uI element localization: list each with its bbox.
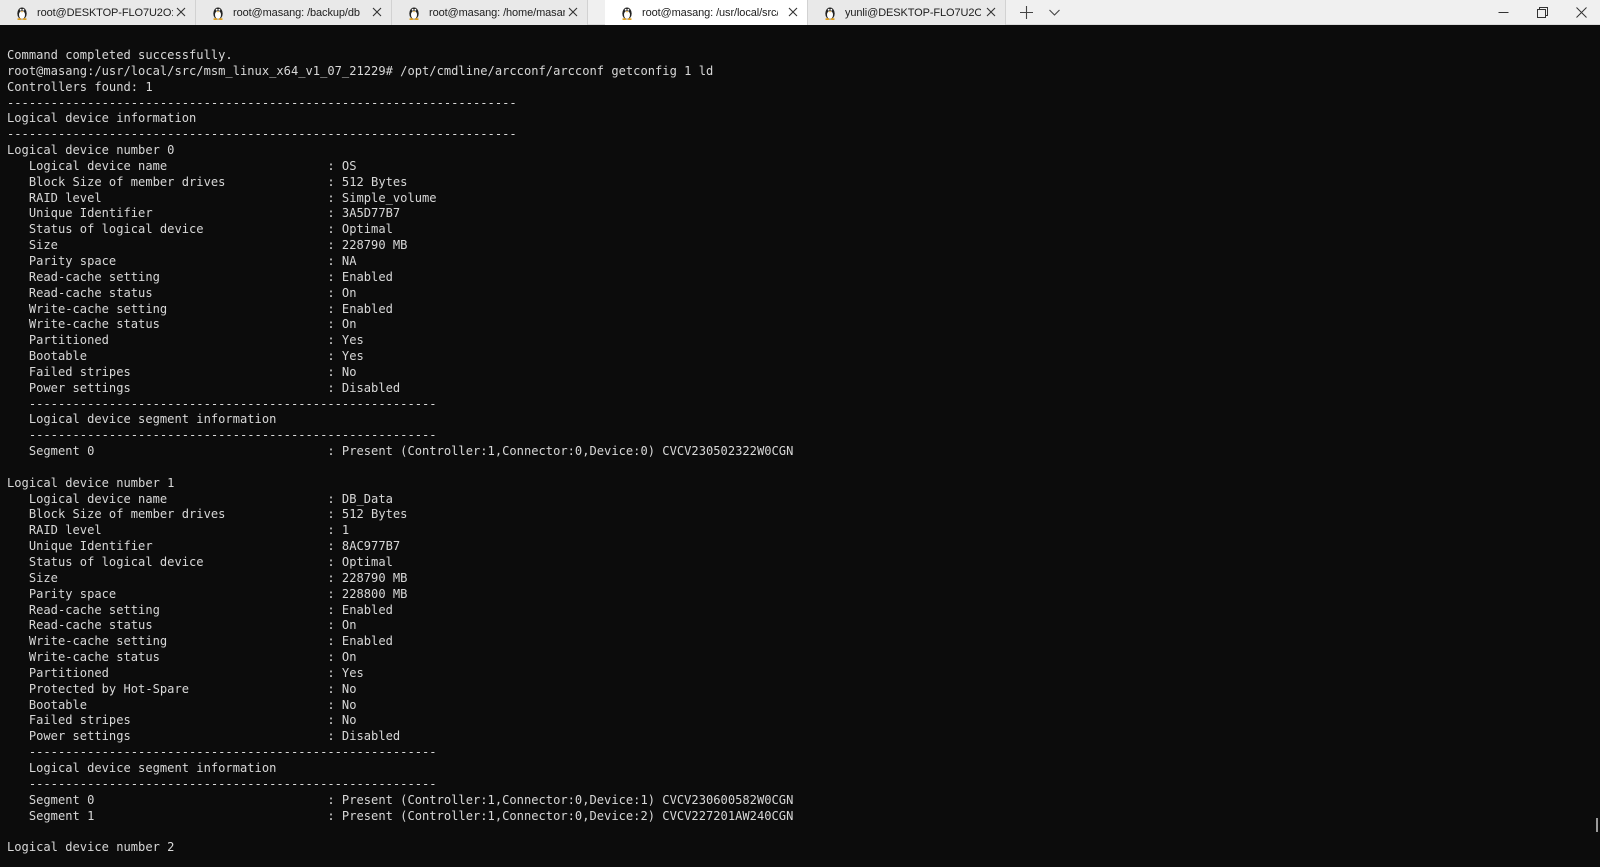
terminal-line: Segment 0 : Present (Controller:1,Connec…: [7, 792, 794, 807]
terminal-line: Controllers found: 1: [7, 79, 153, 94]
minimize-button[interactable]: [1484, 0, 1522, 25]
terminal-line: Logical device name : OS: [7, 158, 357, 173]
linux-tux-icon: [213, 7, 223, 20]
title-bar: root@DESKTOP-FLO7U2O: /mi root@masang: /…: [0, 0, 1600, 25]
tab-3[interactable]: root@masang: /home/masang: [392, 0, 588, 25]
terminal-line: Write-cache status : On: [7, 650, 357, 665]
tab-1[interactable]: root@DESKTOP-FLO7U2O: /mi: [0, 0, 196, 25]
close-icon[interactable]: [175, 6, 187, 18]
restore-icon: [1536, 7, 1548, 18]
terminal-line: Read-cache status : On: [7, 618, 357, 633]
terminal-line: Power settings : Disabled: [7, 729, 401, 744]
tab-2[interactable]: root@masang: /backup/db: [196, 0, 392, 25]
linux-tux-icon: [825, 7, 835, 20]
minimize-icon: [1498, 12, 1508, 13]
terminal-line: Read-cache status : On: [7, 285, 357, 300]
linux-tux-icon: [622, 7, 632, 20]
terminal-line: Logical device number 0: [7, 143, 175, 158]
terminal-line: Status of logical device : Optimal: [7, 555, 393, 569]
close-icon: [1575, 7, 1587, 18]
terminal-line: Command completed successfully.: [7, 48, 233, 62]
linux-tux-icon: [409, 7, 419, 20]
terminal-line: Read-cache setting : Enabled: [7, 269, 393, 284]
close-window-button[interactable]: [1562, 0, 1600, 25]
terminal-line: Bootable : No: [7, 697, 357, 712]
terminal-line: ----------------------------------------…: [7, 396, 437, 411]
terminal-line: root@masang:/usr/local/src/msm_linux_x64…: [7, 63, 714, 78]
close-icon[interactable]: [985, 6, 997, 18]
terminal-line: Protected by Hot-Spare : No: [7, 681, 357, 696]
terminal-line: Power settings : Disabled: [7, 380, 401, 395]
close-icon[interactable]: [567, 6, 579, 18]
terminal-line: Write-cache setting : Enabled: [7, 301, 393, 316]
tab-title: root@masang: /backup/db: [233, 6, 360, 19]
terminal-line: Size : 228790 MB: [7, 570, 408, 585]
terminal-view[interactable]: Command completed successfully. root@masa…: [0, 25, 1600, 867]
terminal-line: Write-cache setting : Enabled: [7, 634, 393, 649]
terminal-line: Block Size of member drives : 512 Bytes: [7, 174, 408, 189]
terminal-line: Unique Identifier : 8AC977B7: [7, 539, 401, 554]
tab-title: yunli@DESKTOP-FLO7U2O: /m: [845, 6, 981, 19]
terminal-line: Segment 0 : Present (Controller:1,Connec…: [7, 444, 794, 459]
restore-button[interactable]: [1523, 0, 1561, 25]
terminal-line: Read-cache setting : Enabled: [7, 602, 393, 617]
terminal-line: ----------------------------------------…: [7, 428, 437, 443]
tab-5[interactable]: yunli@DESKTOP-FLO7U2O: /m: [808, 0, 1006, 25]
terminal-line: ----------------------------------------…: [7, 127, 517, 142]
terminal-line: RAID level : Simple_volume: [7, 190, 437, 205]
tab-title: root@masang: /home/masang: [429, 6, 565, 19]
terminal-line: Parity space : 228800 MB: [7, 586, 408, 601]
terminal-line: Logical device segment information: [7, 412, 277, 427]
terminal-line: Segment 1 : Present (Controller:1,Connec…: [7, 808, 794, 823]
tab-title: root@masang: /usr/local/src/m: [642, 6, 778, 19]
terminal-line: Status of logical device : Optimal: [7, 222, 393, 237]
terminal-line: RAID level : 1: [7, 523, 350, 538]
terminal-line: Partitioned : Yes: [7, 333, 364, 348]
terminal-line: ----------------------------------------…: [7, 776, 437, 791]
close-icon[interactable]: [371, 6, 383, 18]
scrollbar-thumb[interactable]: [1596, 818, 1598, 832]
terminal-line: Logical device name : DB_Data: [7, 491, 393, 506]
plus-icon[interactable]: [1018, 4, 1035, 21]
linux-tux-icon: [17, 7, 27, 20]
terminal-line: Bootable : Yes: [7, 349, 364, 364]
terminal-line: Partitioned : Yes: [7, 665, 364, 680]
terminal-line: Block Size of member drives : 512 Bytes: [7, 507, 408, 522]
tab-4-active[interactable]: root@masang: /usr/local/src/m: [605, 0, 808, 25]
terminal-line: Size : 228790 MB: [7, 238, 408, 253]
terminal-line: Logical device information: [7, 111, 197, 126]
terminal-line: Write-cache status : On: [7, 317, 357, 332]
terminal-line: Logical device segment information: [7, 760, 277, 775]
terminal-line: Failed stripes : No: [7, 364, 357, 379]
tab-title: root@DESKTOP-FLO7U2O: /mi: [37, 6, 173, 19]
chevron-down-icon[interactable]: [1048, 6, 1061, 19]
terminal-line: Unique Identifier : 3A5D77B7: [7, 206, 401, 221]
terminal-output: Command completed successfully. root@masa…: [7, 48, 793, 856]
terminal-line: ----------------------------------------…: [7, 745, 437, 760]
terminal-line: Logical device number 1: [7, 475, 175, 490]
close-icon[interactable]: [787, 6, 799, 18]
terminal-line: Logical device number 2: [7, 840, 175, 855]
terminal-line: Failed stripes : No: [7, 713, 357, 728]
terminal-line: Parity space : NA: [7, 253, 357, 268]
terminal-line: ----------------------------------------…: [7, 95, 517, 110]
